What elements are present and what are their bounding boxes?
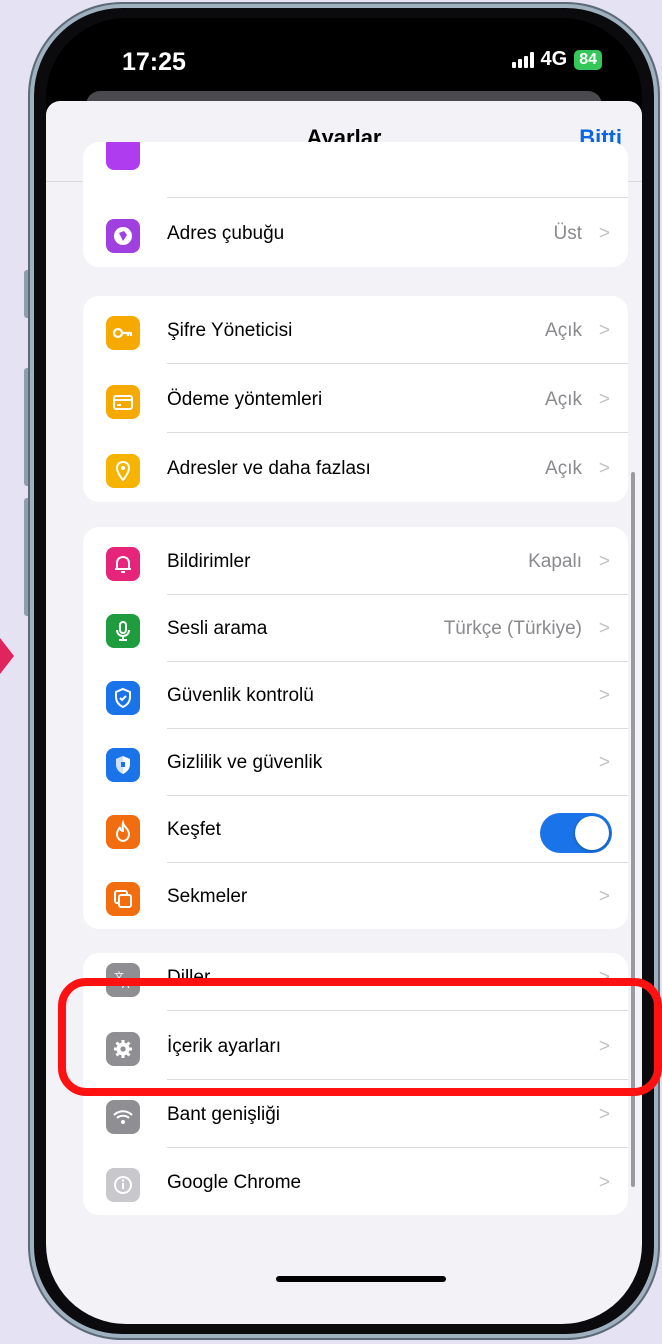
row-label: Ödeme yöntemleri xyxy=(167,389,323,410)
row-label: Google Chrome xyxy=(167,1172,302,1193)
status-indicators: 4G 84 xyxy=(511,48,602,71)
row-label: Adresler ve daha fazlası xyxy=(167,458,371,479)
card-icon xyxy=(106,385,140,419)
row-label: Adres çubuğu xyxy=(167,223,285,244)
chevron-right-icon: > xyxy=(598,618,610,639)
network-type: 4G xyxy=(540,48,568,70)
chevron-right-icon: > xyxy=(598,389,610,410)
settings-row-payment-methods[interactable]: Ödeme yöntemleri Açık > xyxy=(83,365,628,433)
row-label: Gizlilik ve güvenlik xyxy=(167,752,323,773)
signal-icon xyxy=(511,51,534,68)
settings-group-3: Bildirimler Kapalı > Sesli arama Türkçe … xyxy=(83,527,628,929)
discover-toggle[interactable] xyxy=(540,813,612,853)
shield-icon xyxy=(106,748,140,782)
status-bar: 17:25 4G 84 xyxy=(46,18,642,88)
settings-group-2: Şifre Yöneticisi Açık > Ödeme yöntemleri… xyxy=(83,296,628,502)
settings-row-password-manager[interactable]: Şifre Yöneticisi Açık > xyxy=(83,296,628,364)
chevron-right-icon: > xyxy=(598,752,610,773)
settings-row-address-bar[interactable]: Adres çubuğu Üst > xyxy=(83,199,628,267)
chevron-right-icon: > xyxy=(598,685,610,706)
settings-row-voice-search[interactable]: Sesli arama Türkçe (Türkiye) > xyxy=(83,594,628,662)
row-value: Açık xyxy=(545,458,582,479)
status-time: 17:25 xyxy=(122,48,186,76)
globe-icon xyxy=(106,219,140,253)
settings-sheet: Ayarlar Bitti Adres çubuğu Üst > Şifre Y… xyxy=(46,101,642,1324)
phone-frame: 17:25 4G 84 Ayarlar Bitti Adres çubuğu Ü… xyxy=(30,4,658,1338)
highlight-box xyxy=(58,978,662,1096)
shield-check-icon xyxy=(106,681,140,715)
row-value: Açık xyxy=(545,389,582,410)
row-value: Üst xyxy=(553,223,583,244)
mic-icon xyxy=(106,614,140,648)
tabs-icon xyxy=(106,882,140,916)
partial-icon xyxy=(106,142,140,170)
home-indicator[interactable] xyxy=(276,1276,446,1282)
wifi-icon xyxy=(106,1100,140,1134)
settings-row-privacy-security[interactable]: Gizlilik ve güvenlik > xyxy=(83,728,628,796)
info-icon xyxy=(106,1168,140,1202)
settings-row-tabs[interactable]: Sekmeler > xyxy=(83,862,628,929)
key-icon xyxy=(106,316,140,350)
pin-icon xyxy=(106,454,140,488)
row-value: Kapalı xyxy=(528,551,582,572)
row-label: Güvenlik kontrolü xyxy=(167,685,314,706)
row-value: Açık xyxy=(545,320,582,341)
row-label: Bildirimler xyxy=(167,551,251,572)
chevron-right-icon: > xyxy=(598,886,610,907)
settings-row-safety-check[interactable]: Güvenlik kontrolü > xyxy=(83,661,628,729)
battery-icon: 84 xyxy=(574,49,602,70)
row-label: Sekmeler xyxy=(167,886,248,907)
chevron-right-icon: > xyxy=(598,223,610,244)
bell-icon xyxy=(106,547,140,581)
row-value: Türkçe (Türkiye) xyxy=(443,618,582,639)
settings-row-discover: Keşfet xyxy=(83,795,628,863)
chevron-right-icon: > xyxy=(598,1172,610,1193)
settings-row-hidden xyxy=(83,142,628,198)
chevron-right-icon: > xyxy=(598,551,610,572)
row-label: Bant genişliği xyxy=(167,1104,281,1125)
chevron-right-icon: > xyxy=(598,320,610,341)
settings-row-addresses[interactable]: Adresler ve daha fazlası Açık > xyxy=(83,434,628,502)
pointer-arrow-icon xyxy=(0,638,14,674)
settings-row-notifications[interactable]: Bildirimler Kapalı > xyxy=(83,527,628,595)
settings-group-1: Adres çubuğu Üst > xyxy=(83,142,628,267)
row-label: Keşfet xyxy=(167,819,221,840)
settings-row-google-chrome[interactable]: Google Chrome > xyxy=(83,1148,628,1215)
row-label: Şifre Yöneticisi xyxy=(167,320,293,341)
screen: 17:25 4G 84 Ayarlar Bitti Adres çubuğu Ü… xyxy=(46,18,642,1324)
row-label: Sesli arama xyxy=(167,618,268,639)
chevron-right-icon: > xyxy=(598,458,610,479)
settings-list[interactable]: Adres çubuğu Üst > Şifre Yöneticisi Açık… xyxy=(46,142,642,1324)
chevron-right-icon: > xyxy=(598,1104,610,1125)
flame-icon xyxy=(106,815,140,849)
toggle-knob xyxy=(575,816,609,850)
